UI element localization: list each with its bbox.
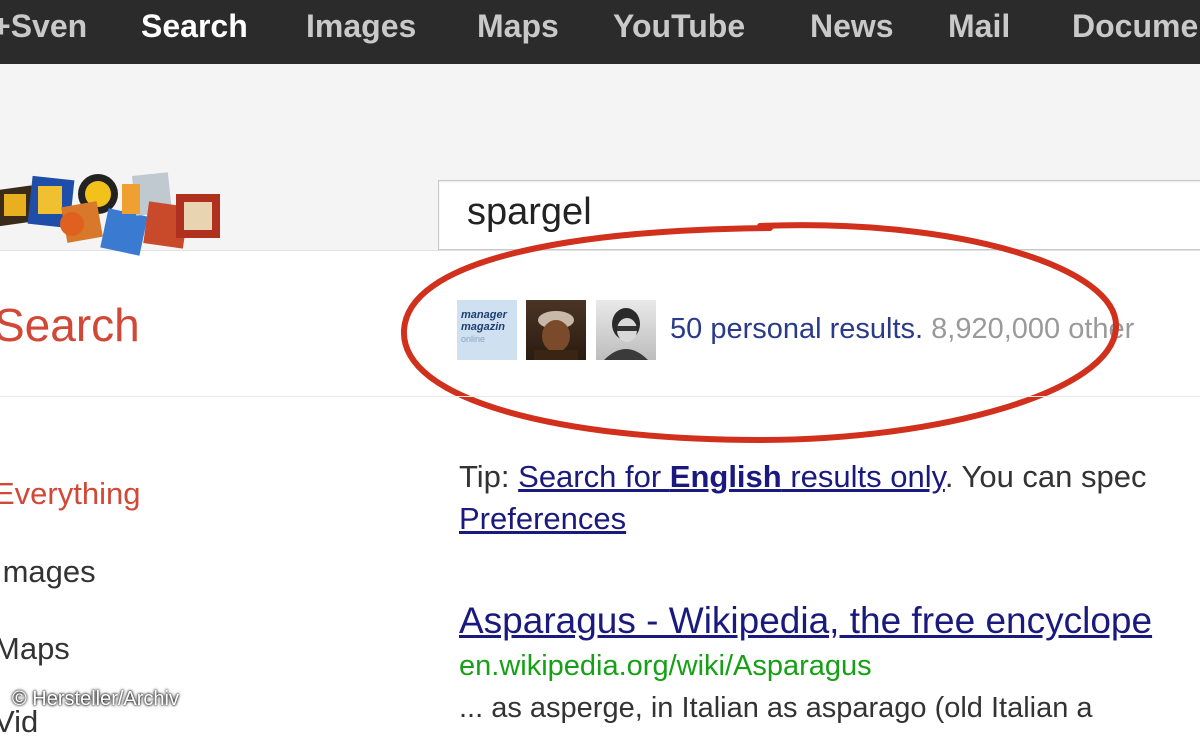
tip-link-pre: Search for [518, 459, 670, 494]
doodle-logo[interactable] [0, 164, 234, 264]
manager-magazin-thumbnail[interactable]: manager magazin online [457, 300, 517, 360]
nav-profile-link[interactable]: +Sven [0, 8, 87, 45]
nav-images-link[interactable]: Images [306, 8, 416, 45]
tip-prefix: Tip: [459, 459, 519, 494]
search-box[interactable] [438, 180, 1200, 250]
nav-maps-link[interactable]: Maps [477, 8, 559, 45]
personal-results-summary: 50 personal results. 8,920,000 other [670, 313, 1134, 346]
nav-documents-link[interactable]: Docume [1072, 8, 1198, 45]
person-avatar-2[interactable] [596, 300, 656, 360]
other-results-count: 8,920,000 other [931, 313, 1135, 345]
image-credit: © Hersteller/Archiv [12, 688, 179, 710]
tip-link-post: results only [781, 459, 945, 494]
search-header [0, 64, 1200, 256]
tip-link-bold: English [669, 459, 782, 494]
top-nav-bar: +Sven Search Images Maps YouTube News Ma… [0, 0, 1200, 64]
thumbnail-text-line3: online [461, 334, 486, 344]
sidenav-item-everything[interactable]: Everything [0, 476, 140, 512]
sidenav-item-images[interactable]: Images [0, 554, 96, 590]
nav-search-link[interactable]: Search [141, 8, 248, 45]
preferences-link[interactable]: Preferences [459, 501, 626, 536]
divider [0, 396, 1200, 397]
nav-youtube-link[interactable]: YouTube [613, 8, 745, 45]
english-only-link[interactable]: Search for English results only [518, 459, 945, 494]
search-tip: Tip: Search for English results only. Yo… [459, 456, 1147, 540]
page-title: Search [0, 299, 140, 351]
tip-suffix: . You can spec [944, 459, 1147, 494]
thumbnail-text-line2: magazin [461, 321, 506, 333]
result-snippet: ... as asperge, in Italian as asparago (… [459, 692, 1093, 724]
personal-results-link[interactable]: 50 personal results. [670, 313, 923, 345]
result-title-link[interactable]: Asparagus - Wikipedia, the free encyclop… [459, 600, 1152, 642]
sidenav-item-maps[interactable]: Maps [0, 631, 70, 667]
thumbnail-text-line1: manager [461, 309, 507, 321]
nav-news-link[interactable]: News [810, 8, 894, 45]
nav-mail-link[interactable]: Mail [948, 8, 1010, 45]
person-avatar-1[interactable] [526, 300, 586, 360]
search-input[interactable] [439, 181, 1200, 249]
result-url: en.wikipedia.org/wiki/Asparagus [459, 650, 872, 682]
